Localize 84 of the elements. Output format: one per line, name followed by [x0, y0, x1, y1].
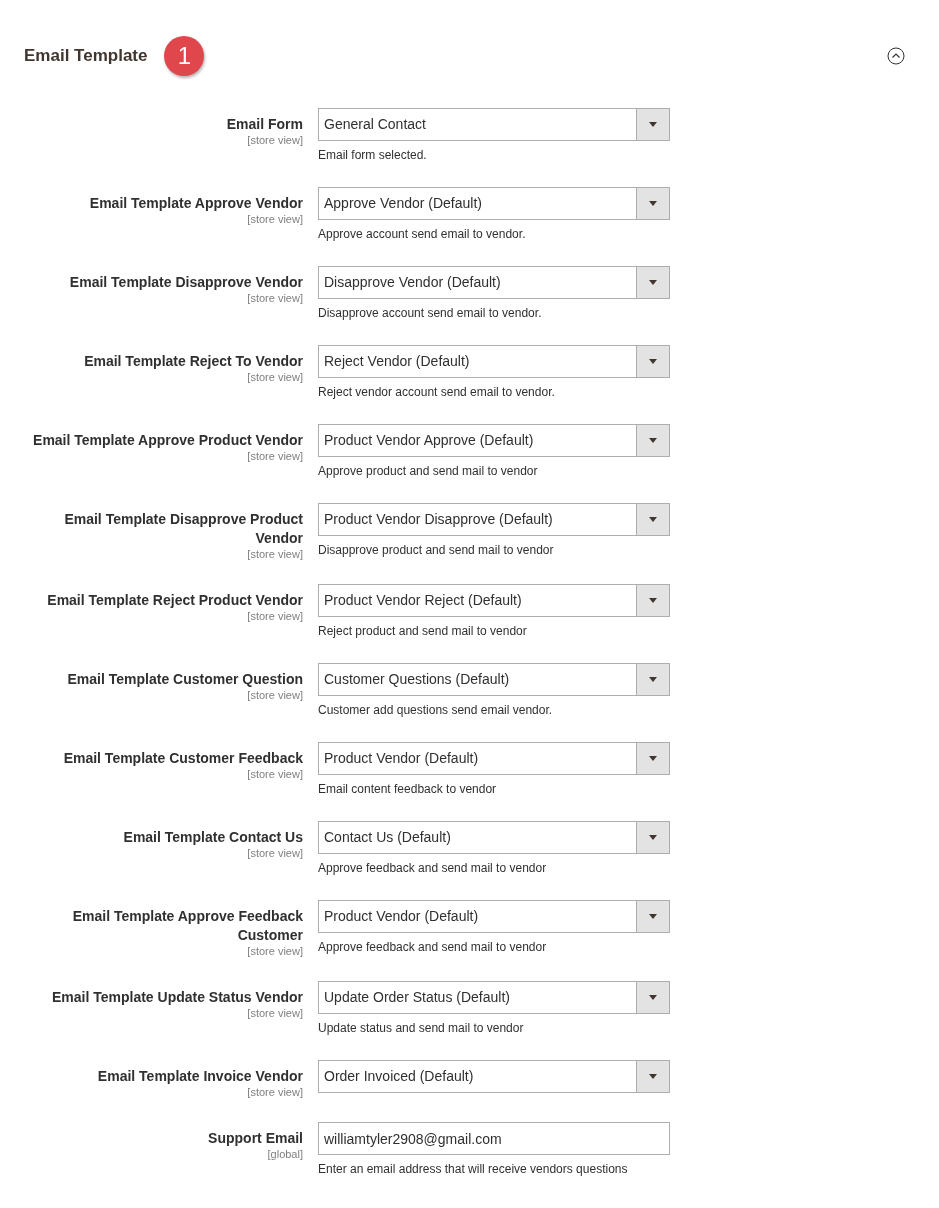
scope-label: [store view]	[247, 292, 303, 305]
field-note: Email form selected.	[318, 147, 428, 164]
scope-label: [global]	[267, 1148, 303, 1161]
dropdown-caret-icon	[649, 438, 657, 443]
field-note: Approve feedback and send mail to vendor	[318, 939, 548, 956]
select-value: Reject Vendor (Default)	[323, 352, 471, 371]
dropdown-caret-icon	[649, 122, 657, 127]
field-note: Approve product and send mail to vendor	[318, 463, 539, 480]
field-label: Email Template Customer Question	[67, 670, 303, 689]
dropdown-caret-icon	[649, 995, 657, 1000]
field-label: Email Template Reject Product Vendor	[47, 591, 303, 610]
field-note: Customer add questions send email vendor.	[318, 702, 554, 719]
select-value: Contact Us (Default)	[323, 828, 452, 847]
select-value: Product Vendor (Default)	[323, 749, 480, 768]
dropdown-caret-icon	[649, 280, 657, 285]
select-field[interactable]: Customer Questions (Default)	[318, 663, 670, 696]
field-label: Email Template Reject To Vendor	[84, 352, 303, 371]
select-field[interactable]: Product Vendor Reject (Default)	[318, 584, 670, 617]
select-value: Order Invoiced (Default)	[323, 1067, 475, 1086]
field-label: Email Template Contact Us	[123, 828, 303, 847]
field-label: Email Template Disapprove Product Vendor	[63, 510, 303, 548]
email-input[interactable]: williamtyler2908@gmail.com	[318, 1122, 670, 1155]
dropdown-caret-icon	[649, 914, 657, 919]
scope-label: [store view]	[247, 450, 303, 463]
field-label: Email Template Approve Product Vendor	[33, 431, 303, 450]
field-note: Disapprove account send email to vendor.	[318, 305, 543, 322]
field-note: Enter an email address that will receive vendors questions	[318, 1161, 629, 1178]
select-field[interactable]: Product Vendor (Default)	[318, 742, 670, 775]
field-note: Reject product and send mail to vendor	[318, 623, 528, 640]
select-value: General Contact	[323, 115, 427, 134]
select-value: Disapprove Vendor (Default)	[323, 273, 502, 292]
dropdown-caret-icon	[649, 1074, 657, 1079]
select-field[interactable]: Product Vendor Disapprove (Default)	[318, 503, 670, 536]
select-value: Update Order Status (Default)	[323, 988, 511, 1007]
select-value: Product Vendor Approve (Default)	[323, 431, 535, 450]
field-note: Email content feedback to vendor	[318, 781, 498, 798]
scope-label: [store view]	[247, 213, 303, 226]
step-badge: 1	[164, 36, 205, 76]
scope-label: [store view]	[247, 847, 303, 860]
scope-label: [store view]	[247, 610, 303, 623]
section-title: Email Template	[24, 45, 148, 68]
scope-label: [store view]	[247, 689, 303, 702]
select-field[interactable]: Order Invoiced (Default)	[318, 1060, 670, 1093]
scope-label: [store view]	[247, 134, 303, 147]
scope-label: [store view]	[247, 371, 303, 384]
dropdown-caret-icon	[649, 359, 657, 364]
scope-label: [store view]	[247, 945, 303, 958]
select-value: Product Vendor Disapprove (Default)	[323, 510, 554, 529]
field-label: Email Form	[226, 115, 303, 134]
collapse-icon[interactable]	[887, 47, 905, 65]
dropdown-caret-icon	[649, 677, 657, 682]
select-field[interactable]: Disapprove Vendor (Default)	[318, 266, 670, 299]
scope-label: [store view]	[247, 1086, 303, 1099]
select-field[interactable]: Contact Us (Default)	[318, 821, 670, 854]
select-value: Approve Vendor (Default)	[323, 194, 483, 213]
field-note: Approve account send email to vendor.	[318, 226, 527, 243]
select-field[interactable]: Reject Vendor (Default)	[318, 345, 670, 378]
field-note: Reject vendor account send email to vendor.	[318, 384, 556, 401]
select-value: Product Vendor (Default)	[323, 907, 480, 926]
dropdown-caret-icon	[649, 201, 657, 206]
select-field[interactable]: Update Order Status (Default)	[318, 981, 670, 1014]
field-note: Approve feedback and send mail to vendor	[318, 860, 548, 877]
field-note: Update status and send mail to vendor	[318, 1020, 525, 1037]
select-field[interactable]: Approve Vendor (Default)	[318, 187, 670, 220]
field-note: Disapprove product and send mail to vendor	[318, 542, 555, 559]
field-label: Email Template Disapprove Vendor	[69, 273, 303, 292]
dropdown-caret-icon	[649, 835, 657, 840]
field-label: Email Template Approve Feedback Customer	[71, 907, 303, 945]
dropdown-caret-icon	[649, 756, 657, 761]
scope-label: [store view]	[247, 1007, 303, 1020]
select-value: Product Vendor Reject (Default)	[323, 591, 523, 610]
field-label: Email Template Invoice Vendor	[97, 1067, 303, 1086]
field-label: Email Template Update Status Vendor	[51, 988, 303, 1007]
select-field[interactable]: Product Vendor (Default)	[318, 900, 670, 933]
field-label: Email Template Approve Vendor	[89, 194, 303, 213]
scope-label: [store view]	[247, 768, 303, 781]
dropdown-caret-icon	[649, 598, 657, 603]
dropdown-caret-icon	[649, 517, 657, 522]
select-field[interactable]: General Contact	[318, 108, 670, 141]
select-field[interactable]: Product Vendor Approve (Default)	[318, 424, 670, 457]
field-label: Support Email	[208, 1129, 303, 1148]
scope-label: [store view]	[247, 548, 303, 561]
field-label: Email Template Customer Feedback	[63, 749, 303, 768]
select-value: Customer Questions (Default)	[323, 670, 511, 689]
